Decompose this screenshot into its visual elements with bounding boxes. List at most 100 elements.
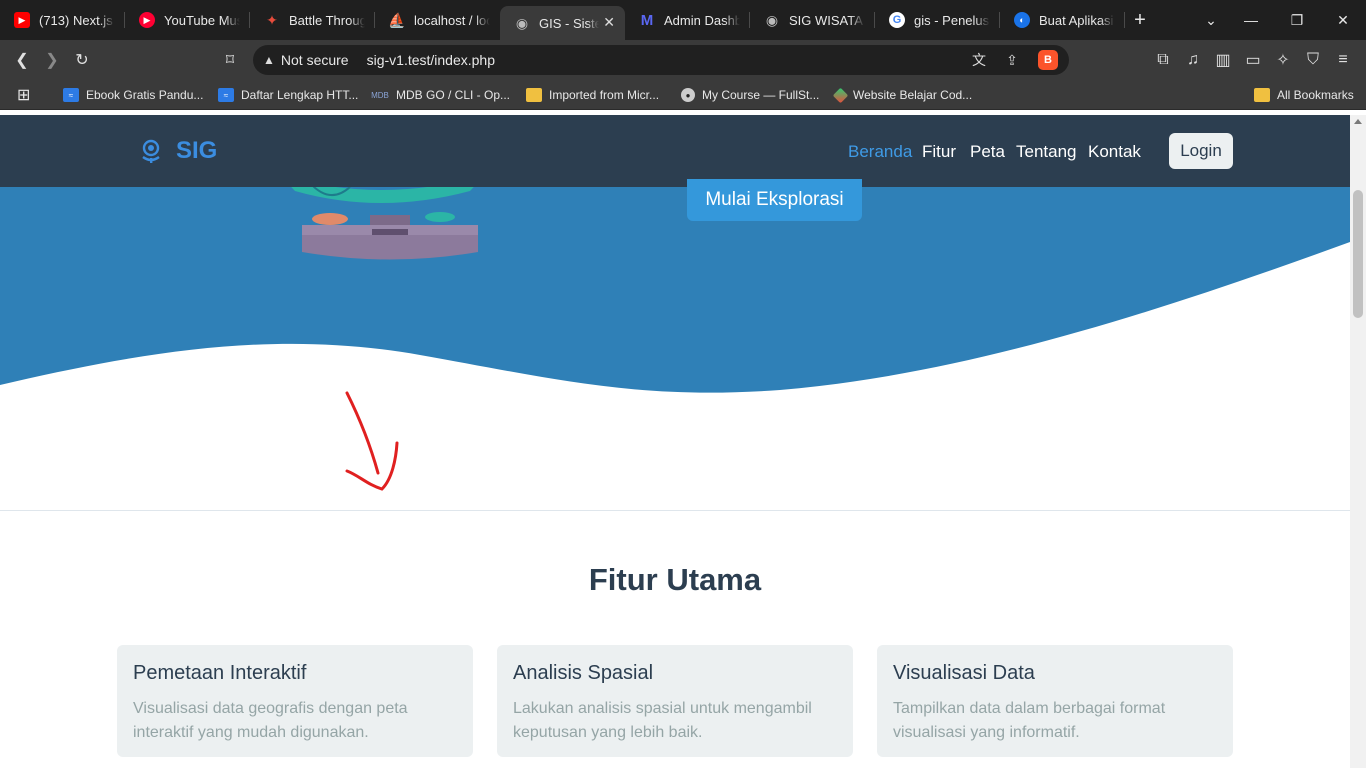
bookmark-label: All Bookmarks — [1277, 88, 1354, 102]
scrollbar-thumb[interactable] — [1353, 190, 1363, 318]
app-icon: ◐ — [1014, 12, 1030, 28]
browser-tab[interactable]: ✦ Battle Through — [250, 0, 375, 40]
google-icon: G — [889, 12, 905, 28]
feature-card-title: Pemetaan Interaktif — [133, 662, 307, 684]
reload-icon[interactable]: ↻ — [69, 48, 95, 72]
annotation-arrow-icon — [345, 391, 399, 491]
tab-title: Admin Dashb — [664, 12, 740, 28]
bookmark-label: Ebook Gratis Pandu... — [86, 88, 204, 102]
extensions-icon[interactable]: ⧉ — [1150, 48, 1176, 72]
globe-icon — [142, 139, 160, 163]
folder-icon — [526, 88, 542, 102]
tab-title: gis - Penelusu — [914, 12, 990, 28]
forward-icon[interactable]: ❯ — [39, 48, 65, 72]
close-window-button[interactable]: ✕ — [1320, 0, 1366, 40]
mui-icon: M — [640, 11, 654, 29]
nav-link-peta[interactable]: Peta — [970, 142, 1005, 162]
bookmark-favicon-icon — [832, 87, 849, 103]
leo-ai-icon[interactable]: ✧ — [1270, 48, 1296, 72]
nav-link-fitur[interactable]: Fitur — [922, 142, 956, 162]
warning-icon[interactable]: ▲ — [263, 53, 275, 67]
sidebar-icon[interactable]: ▥ — [1210, 48, 1236, 72]
all-bookmarks-item[interactable]: All Bookmarks — [1254, 86, 1354, 104]
nav-link-beranda[interactable]: Beranda — [848, 142, 912, 162]
bookmark-favicon-icon: ≈ — [63, 88, 79, 102]
bookmark-favicon-icon: ≈ — [218, 88, 234, 102]
brave-shields-icon[interactable]: B — [1038, 50, 1058, 70]
mdb-icon: MDB — [371, 90, 389, 100]
browser-tab[interactable]: ▶ (713) Next.js A — [0, 0, 125, 40]
vpn-icon[interactable]: ⛉ — [1300, 48, 1326, 72]
tab-title: GIS - Siste — [539, 15, 599, 31]
url-text[interactable]: sig-v1.test/index.php — [367, 52, 495, 68]
github-icon: ● — [681, 88, 695, 102]
back-icon[interactable]: ❮ — [9, 48, 35, 72]
section-divider — [0, 510, 1350, 511]
feature-card-title: Analisis Spasial — [513, 662, 654, 684]
feature-card-description: Lakukan analisis spasial untuk mengambil… — [513, 700, 812, 741]
youtube-music-icon: ▶ — [139, 12, 155, 28]
feature-card-description: Visualisasi data geografis dengan peta i… — [133, 700, 408, 741]
bookmark-label: MDB GO / CLI - Op... — [396, 88, 511, 102]
tab-title: SIG WISATA K — [789, 12, 865, 28]
apps-grid-icon[interactable]: ⊞ — [17, 86, 30, 104]
close-tab-icon[interactable]: ✕ — [603, 14, 615, 31]
tab-title: Battle Through — [289, 12, 365, 28]
brand-name: SIG — [176, 137, 218, 164]
new-tab-button[interactable]: + — [1125, 0, 1155, 40]
bookmark-item[interactable]: ● My Course — FullSt... — [681, 86, 819, 104]
nav-link-tentang[interactable]: Tentang — [1016, 142, 1077, 162]
address-bar[interactable]: ▲ Not secure sig-v1.test/index.php 文 ⇪ B — [253, 45, 1069, 75]
share-icon[interactable]: ⇪ — [1001, 50, 1023, 70]
folder-icon — [1254, 88, 1270, 102]
scroll-up-arrow-icon[interactable] — [1354, 119, 1362, 124]
bookmark-item[interactable]: Imported from Micr... — [526, 86, 659, 104]
site-navbar: SIG Beranda Fitur Peta Tentang Kontak Lo… — [0, 115, 1350, 187]
features-title: Fitur Utama — [588, 562, 762, 597]
browser-tab[interactable]: M Admin Dashb — [625, 0, 750, 40]
youtube-icon: ▶ — [14, 12, 30, 28]
feature-card: Pemetaan Interaktif Visualisasi data geo… — [117, 645, 473, 757]
phoenix-icon: ✦ — [266, 11, 278, 28]
minimize-window-button[interactable]: — — [1228, 0, 1274, 40]
bookmark-icon[interactable]: ⌑ — [217, 48, 243, 72]
globe-illustration — [280, 175, 485, 260]
bookmark-item[interactable]: Website Belajar Cod... — [832, 86, 973, 104]
bookmarks-bar: ⊞ ≈ Ebook Gratis Pandu... ≈ Daftar Lengk… — [0, 80, 1366, 110]
browser-tab[interactable]: ◐ Buat Aplikasi I — [1000, 0, 1125, 40]
nav-link-kontak[interactable]: Kontak — [1088, 142, 1141, 162]
bookmark-label: My Course — FullSt... — [702, 88, 820, 102]
feature-card-title: Visualisasi Data — [893, 662, 1035, 684]
bookmark-label: Website Belajar Cod... — [853, 88, 973, 102]
menu-icon[interactable]: ≡ — [1330, 48, 1356, 72]
translate-icon[interactable]: 文 — [968, 50, 990, 70]
security-label[interactable]: Not secure — [281, 52, 349, 68]
browser-toolbar: ❮ ❯ ↻ ⌑ ▲ Not secure sig-v1.test/index.p… — [0, 40, 1366, 80]
browser-tab[interactable]: ▶ YouTube Musi — [125, 0, 250, 40]
site-brand[interactable]: SIG — [140, 137, 217, 165]
tab-title: YouTube Musi — [164, 12, 240, 28]
bookmark-label: Imported from Micr... — [549, 88, 660, 102]
browser-tab-active[interactable]: ◉ GIS - Siste ✕ — [500, 6, 625, 40]
restore-window-button[interactable]: ❐ — [1274, 0, 1320, 40]
phpmyadmin-icon: ⛵ — [388, 11, 406, 28]
feature-card-description: Tampilkan data dalam berbagai format vis… — [893, 700, 1166, 741]
tab-title: localhost / loc — [414, 12, 490, 28]
feature-card: Analisis Spasial Lakukan analisis spasia… — [497, 645, 853, 757]
browser-tab-bar: ▶ (713) Next.js A ▶ YouTube Musi ✦ Battl… — [0, 0, 1366, 40]
globe-icon: ◉ — [765, 11, 779, 28]
browser-tab[interactable]: ◉ SIG WISATA K — [750, 0, 875, 40]
page-viewport: SIG Beranda Fitur Peta Tentang Kontak Lo… — [0, 115, 1366, 768]
bookmark-item[interactable]: ≈ Ebook Gratis Pandu... — [63, 86, 203, 104]
bookmark-item[interactable]: MDB MDB GO / CLI - Op... — [371, 86, 510, 104]
explore-button[interactable]: Mulai Eksplorasi — [687, 179, 862, 221]
media-icon[interactable]: ♫ — [1180, 48, 1206, 72]
feature-card: Visualisasi Data Tampilkan data dalam be… — [877, 645, 1233, 757]
page-scrollbar[interactable] — [1350, 115, 1366, 768]
browser-tab[interactable]: G gis - Penelusu — [875, 0, 1000, 40]
wallet-icon[interactable]: ▭ — [1240, 48, 1266, 72]
login-button[interactable]: Login — [1169, 133, 1233, 169]
browser-tab[interactable]: ⛵ localhost / loc — [375, 0, 500, 40]
tab-title: Buat Aplikasi I — [1039, 12, 1115, 28]
bookmark-item[interactable]: ≈ Daftar Lengkap HTT... — [218, 86, 358, 104]
